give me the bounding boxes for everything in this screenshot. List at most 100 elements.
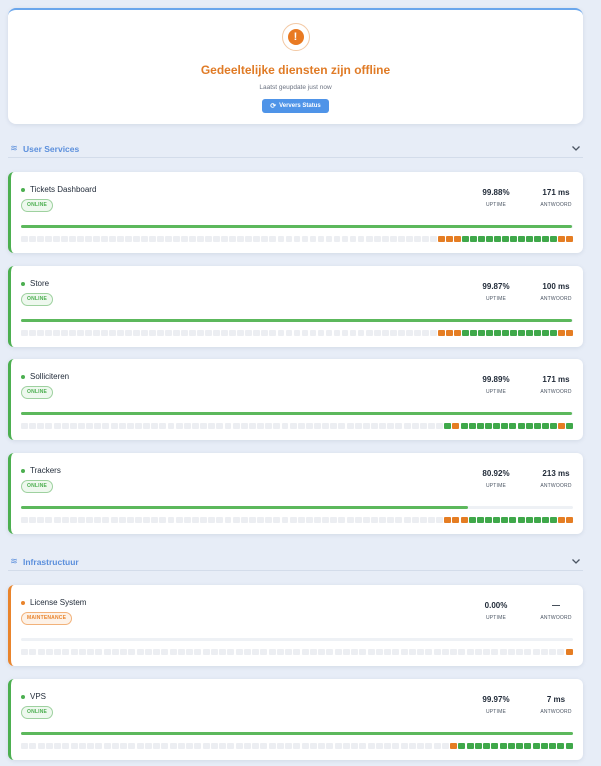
history-bar[interactable] (285, 236, 293, 242)
history-bar[interactable] (542, 517, 549, 523)
history-bar[interactable] (305, 423, 313, 429)
history-bar[interactable] (143, 423, 151, 429)
history-bar[interactable] (125, 236, 133, 242)
history-bar[interactable] (273, 517, 281, 523)
history-bar[interactable] (367, 743, 375, 749)
history-bar[interactable] (461, 330, 469, 336)
history-bar[interactable] (224, 423, 232, 429)
history-bar[interactable] (365, 236, 373, 242)
history-bar[interactable] (210, 743, 218, 749)
history-bar[interactable] (338, 423, 346, 429)
history-bar[interactable] (102, 517, 110, 523)
history-bar[interactable] (507, 649, 515, 655)
history-bar[interactable] (29, 517, 37, 523)
history-bar[interactable] (86, 517, 94, 523)
history-bar[interactable] (149, 330, 157, 336)
history-bar[interactable] (326, 649, 334, 655)
history-bar[interactable] (566, 517, 574, 523)
history-bar[interactable] (229, 330, 237, 336)
history-bar[interactable] (558, 517, 566, 523)
history-bar[interactable] (333, 236, 341, 242)
history-bar[interactable] (469, 236, 477, 242)
history-bar[interactable] (314, 423, 322, 429)
history-bar[interactable] (309, 236, 317, 242)
history-bar[interactable] (177, 649, 185, 655)
history-bar[interactable] (325, 330, 333, 336)
history-bar[interactable] (566, 330, 573, 336)
history-bar[interactable] (248, 517, 256, 523)
history-bar[interactable] (524, 743, 532, 749)
service-card-solliciteren[interactable]: Solliciteren ONLINE 99.89% UPTIME 171 ms ANTW… (8, 359, 583, 440)
history-bar[interactable] (509, 517, 517, 523)
history-bar[interactable] (21, 649, 29, 655)
history-bar[interactable] (94, 517, 102, 523)
history-bar[interactable] (441, 743, 449, 749)
history-bar[interactable] (181, 330, 189, 336)
history-bar[interactable] (341, 236, 349, 242)
history-bar[interactable] (232, 423, 240, 429)
history-bar[interactable] (183, 517, 191, 523)
history-bar[interactable] (53, 517, 61, 523)
history-bar[interactable] (78, 649, 86, 655)
history-bar[interactable] (167, 423, 175, 429)
history-bar[interactable] (450, 649, 458, 655)
history-bar[interactable] (221, 330, 229, 336)
history-bar[interactable] (183, 423, 191, 429)
history-bar[interactable] (384, 743, 392, 749)
history-bar[interactable] (309, 743, 317, 749)
history-bar[interactable] (173, 236, 181, 242)
history-bar[interactable] (413, 236, 421, 242)
history-bar[interactable] (265, 423, 273, 429)
history-bar[interactable] (61, 423, 69, 429)
history-bar[interactable] (525, 423, 533, 429)
history-bar[interactable] (175, 423, 183, 429)
history-bar[interactable] (550, 423, 558, 429)
history-bar[interactable] (485, 517, 492, 523)
history-bar[interactable] (357, 236, 365, 242)
history-bar[interactable] (533, 517, 541, 523)
history-bar[interactable] (45, 743, 53, 749)
history-bar[interactable] (120, 649, 128, 655)
history-bar[interactable] (227, 743, 235, 749)
history-bar[interactable] (507, 743, 515, 749)
history-bar[interactable] (235, 743, 243, 749)
history-bar[interactable] (126, 517, 134, 523)
history-bar[interactable] (265, 517, 273, 523)
history-bar[interactable] (149, 236, 157, 242)
history-bar[interactable] (501, 236, 509, 242)
history-bar[interactable] (293, 236, 301, 242)
history-bar[interactable] (54, 649, 62, 655)
history-bar[interactable] (169, 649, 177, 655)
history-bar[interactable] (408, 649, 416, 655)
history-bar[interactable] (69, 330, 76, 336)
history-bar[interactable] (540, 743, 548, 749)
history-bar[interactable] (21, 743, 29, 749)
history-bar[interactable] (437, 330, 445, 336)
history-bar[interactable] (87, 649, 95, 655)
history-bar[interactable] (240, 517, 248, 523)
history-bar[interactable] (269, 236, 277, 242)
history-bar[interactable] (37, 743, 45, 749)
history-bar[interactable] (69, 423, 77, 429)
history-bar[interactable] (499, 649, 507, 655)
history-bar[interactable] (334, 649, 342, 655)
service-card-store[interactable]: Store ONLINE 99.87% UPTIME 100 ms ANTWOORD (8, 266, 583, 347)
history-bar[interactable] (476, 517, 484, 523)
history-bar[interactable] (45, 330, 52, 336)
history-bar[interactable] (338, 517, 346, 523)
history-bar[interactable] (466, 649, 474, 655)
history-bar[interactable] (45, 423, 53, 429)
history-bar[interactable] (379, 517, 387, 523)
history-bar[interactable] (301, 236, 309, 242)
history-bar[interactable] (102, 423, 110, 429)
history-bar[interactable] (45, 517, 53, 523)
history-bar[interactable] (285, 649, 293, 655)
history-bar[interactable] (285, 743, 293, 749)
history-bar[interactable] (501, 330, 509, 336)
history-bar[interactable] (525, 517, 533, 523)
history-bar[interactable] (181, 236, 189, 242)
history-bar[interactable] (365, 330, 373, 336)
history-bar[interactable] (458, 649, 466, 655)
history-bar[interactable] (191, 423, 199, 429)
history-bar[interactable] (375, 649, 383, 655)
